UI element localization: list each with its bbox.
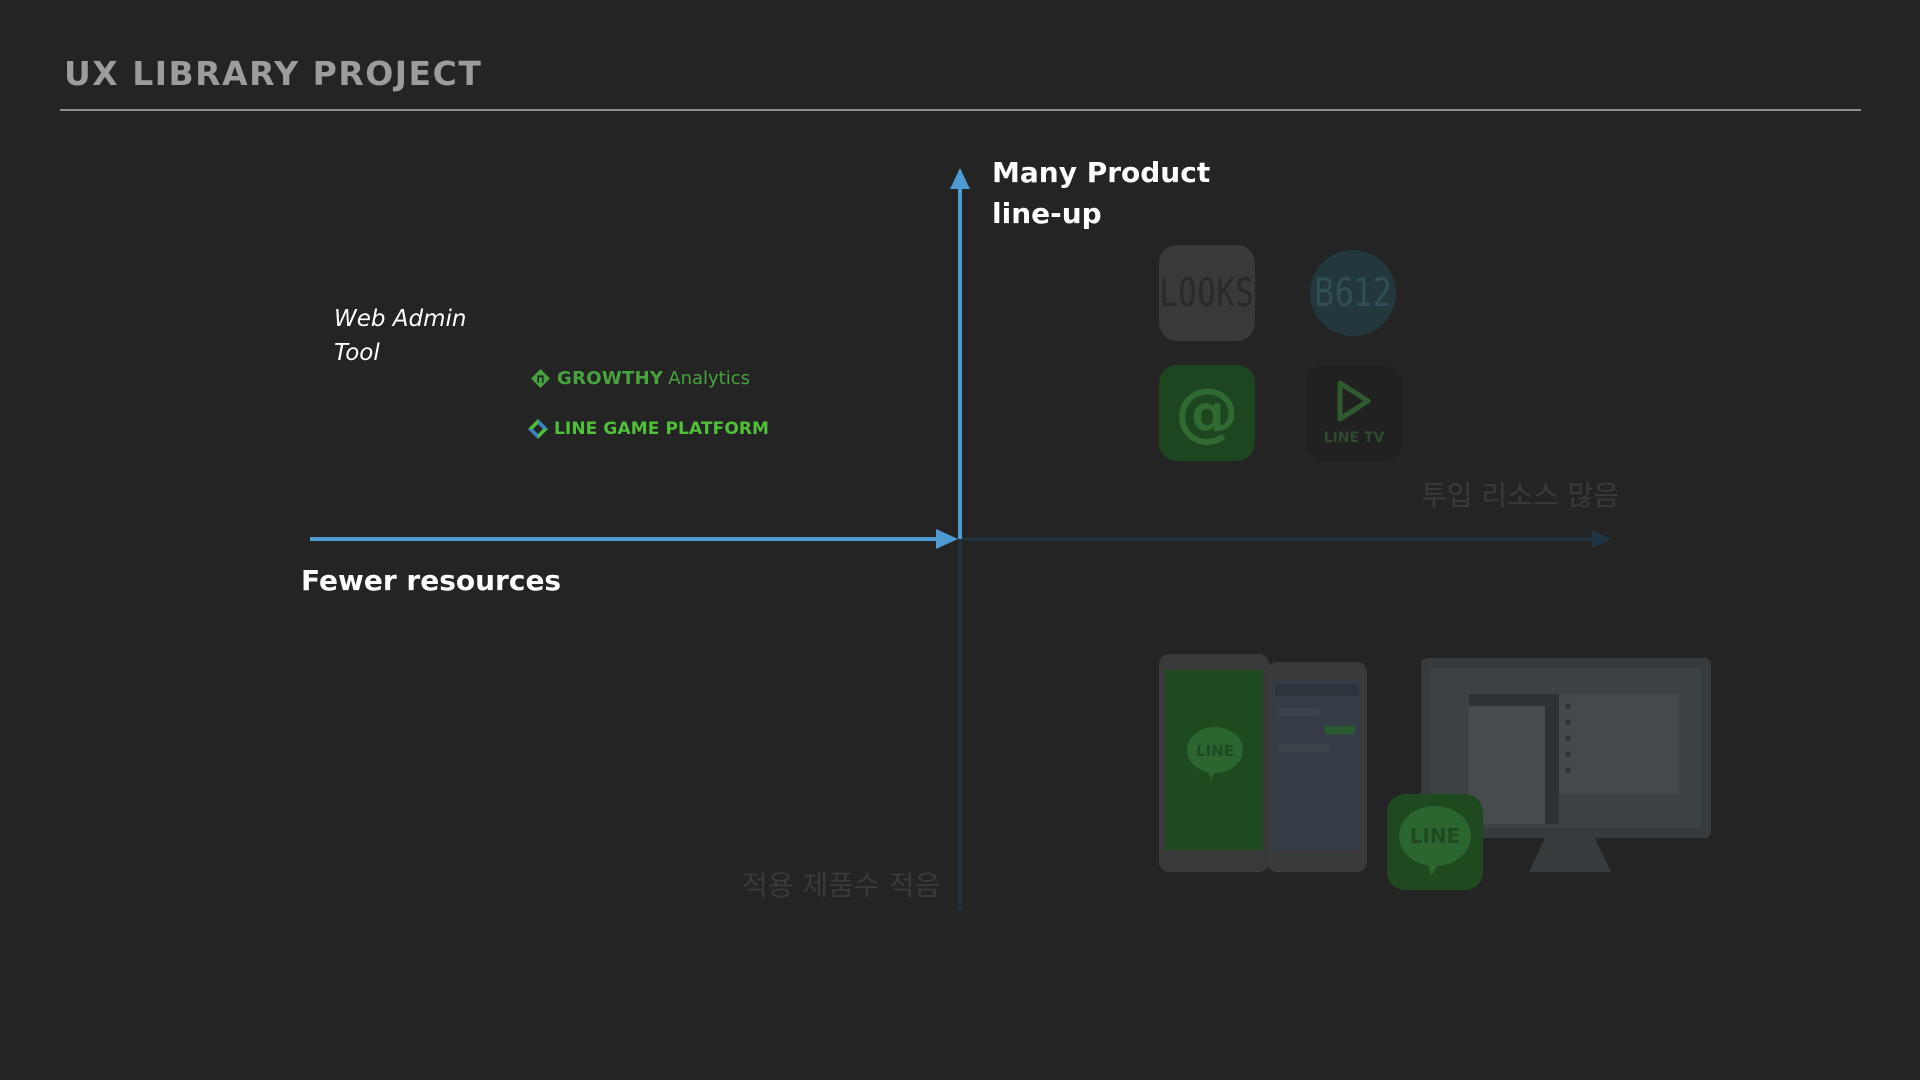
y-axis-top-label-line1: Many Product — [992, 156, 1211, 189]
slide: UX LIBRARY PROJECT Many Product line-up … — [0, 0, 1920, 1080]
web-admin-tool-label: Web Admin Tool — [334, 302, 467, 370]
y-axis-top-label: Many Product line-up — [992, 152, 1210, 234]
looks-app-icon: LOOKS — [1159, 245, 1255, 341]
play-icon — [1337, 380, 1371, 422]
looks-app-label: LOOKS — [1159, 270, 1255, 316]
web-admin-line1: Web Admin — [334, 306, 467, 332]
web-admin-line2: Tool — [334, 340, 380, 366]
growthy-suffix: Analytics — [668, 367, 751, 389]
line-game-platform-icon — [528, 419, 548, 439]
growthy-analytics-logo: GROWTHY Analytics — [530, 365, 750, 391]
x-axis-right-label: 투입 리소스 많음 — [1421, 479, 1620, 512]
b612-app-icon: B612 — [1310, 250, 1396, 336]
line-mail-app-icon: @ — [1159, 365, 1255, 461]
line-game-platform-logo: LINE GAME PLATFORM — [527, 416, 769, 442]
y-axis-bottom-label: 적용 제품수 적음 — [742, 869, 941, 902]
b612-app-label: B612 — [1314, 270, 1392, 316]
line-tv-app-icon: LINE TV — [1306, 365, 1402, 461]
y-axis-top-arrowhead — [950, 168, 970, 189]
line-tv-label: LINE TV — [1323, 430, 1385, 446]
x-axis-left-label: Fewer resources — [301, 564, 562, 597]
line-desktop-text: LINE — [1410, 824, 1461, 848]
quadrant-axes — [310, 168, 1612, 910]
at-sign-glyph: @ — [1175, 376, 1239, 450]
y-axis-top-label-line2: line-up — [992, 197, 1102, 230]
monitor-stand — [1529, 838, 1611, 872]
x-axis-left-arrowhead — [936, 529, 958, 549]
line-devices-illustration: LINE LINE — [1159, 654, 1711, 890]
line-game-platform-name: LINE GAME PLATFORM — [554, 419, 770, 439]
growthy-icon — [531, 368, 550, 388]
growthy-name: GROWTHY — [557, 367, 664, 389]
x-axis-right-arrowhead — [1592, 530, 1612, 548]
line-phone-text: LINE — [1196, 742, 1234, 760]
